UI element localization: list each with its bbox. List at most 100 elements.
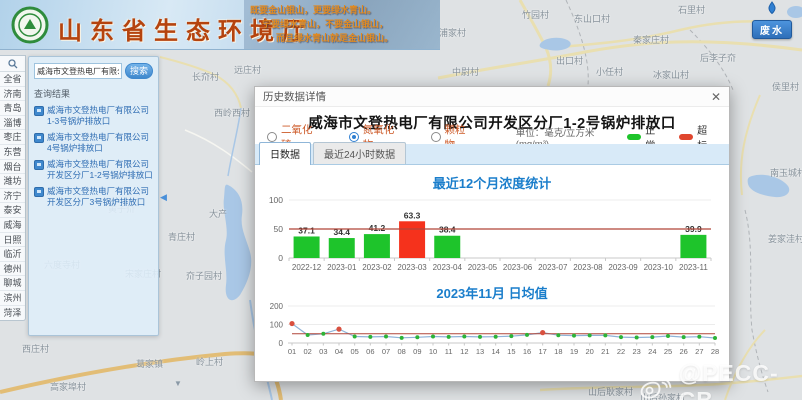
radio-circle-icon[interactable] — [267, 132, 277, 142]
city-item-聊城[interactable]: 聊城 — [0, 276, 25, 291]
legend-swatch-icon — [627, 134, 641, 140]
svg-text:18: 18 — [554, 347, 562, 356]
point-day-01[interactable] — [289, 321, 294, 326]
bar-2023-02[interactable] — [364, 234, 390, 258]
company-search-input[interactable] — [34, 63, 122, 79]
wastewater-badge[interactable]: 废水 — [752, 20, 792, 39]
daily-line-chart[interactable]: 0100200010203040506070809101112131415161… — [259, 300, 727, 364]
svg-text:12: 12 — [460, 347, 468, 356]
tab-最近24小时数据[interactable]: 最近24小时数据 — [313, 142, 406, 164]
svg-text:0: 0 — [278, 253, 283, 263]
radio-circle-icon[interactable] — [431, 132, 441, 142]
point-day-25[interactable] — [666, 334, 670, 338]
tab-日数据[interactable]: 日数据 — [259, 142, 311, 165]
slogan-line: 既要金山银山，更要绿水青山。 — [250, 3, 438, 17]
point-day-10[interactable] — [431, 335, 435, 339]
svg-text:01: 01 — [288, 347, 296, 356]
city-item-泰安[interactable]: 泰安 — [0, 203, 25, 218]
scroll-down-icon[interactable]: ▼ — [174, 379, 182, 388]
svg-text:2023-09: 2023-09 — [608, 263, 638, 272]
city-item-日照[interactable]: 日照 — [0, 233, 25, 248]
svg-text:200: 200 — [270, 302, 284, 311]
wastewater-map-marker[interactable]: 废水 — [752, 1, 792, 39]
bar-2023-11[interactable] — [680, 235, 706, 258]
city-item-济南[interactable]: 济南 — [0, 87, 25, 102]
bar-2022-12[interactable] — [294, 236, 320, 258]
svg-text:24: 24 — [648, 347, 656, 356]
svg-text:07: 07 — [382, 347, 390, 356]
svg-text:100: 100 — [269, 195, 283, 205]
app-window: 竹园村东山口村石里村上浦家村秦家庄村出口村中尉村小任村冰家山村后李子夼侯里村长夼… — [0, 0, 802, 400]
svg-text:2023-06: 2023-06 — [503, 263, 533, 272]
city-item-烟台[interactable]: 烟台 — [0, 160, 25, 175]
point-day-02[interactable] — [306, 333, 310, 337]
svg-text:2023-02: 2023-02 — [362, 263, 392, 272]
point-day-18[interactable] — [556, 333, 560, 337]
point-day-13[interactable] — [478, 335, 482, 339]
svg-text:05: 05 — [350, 347, 358, 356]
city-item-菏泽[interactable]: 菏泽 — [0, 306, 25, 321]
svg-text:15: 15 — [507, 347, 515, 356]
point-day-16[interactable] — [525, 333, 529, 337]
point-day-20[interactable] — [588, 333, 592, 337]
city-item-全省[interactable]: 全省 — [0, 72, 25, 87]
city-item-济宁[interactable]: 济宁 — [0, 189, 25, 204]
point-day-08[interactable] — [400, 336, 404, 340]
search-icon — [8, 59, 18, 69]
svg-text:38.4: 38.4 — [439, 225, 456, 235]
svg-text:25: 25 — [664, 347, 672, 356]
svg-text:2023-08: 2023-08 — [573, 263, 603, 272]
city-item-临沂[interactable]: 临沂 — [0, 247, 25, 262]
point-day-26[interactable] — [682, 335, 686, 339]
svg-text:09: 09 — [413, 347, 421, 356]
bar-2023-01[interactable] — [329, 238, 355, 258]
point-day-28[interactable] — [713, 336, 717, 340]
point-day-21[interactable] — [603, 333, 607, 337]
city-item-淄博[interactable]: 淄博 — [0, 116, 25, 131]
point-day-05[interactable] — [353, 335, 357, 339]
point-day-15[interactable] — [509, 334, 513, 338]
bar-2023-04[interactable] — [434, 236, 460, 258]
panel-collapse-icon[interactable]: ◀ — [160, 192, 167, 203]
monthly-bar-chart[interactable]: 0501002022-1237.12023-0134.42023-0241.22… — [259, 187, 727, 282]
point-day-27[interactable] — [697, 335, 701, 339]
point-day-11[interactable] — [447, 335, 451, 339]
point-day-23[interactable] — [635, 335, 639, 339]
search-result-item[interactable]: 威海市文登热电厂有限公司开发区分厂1-2号锅炉排放口 — [34, 159, 153, 181]
result-label: 威海市文登热电厂有限公司开发区分厂3号锅炉排放口 — [47, 186, 153, 208]
city-item-德州[interactable]: 德州 — [0, 262, 25, 277]
search-result-item[interactable]: 威海市文登热电厂有限公司1-3号锅炉排放口 — [34, 105, 153, 127]
city-item-潍坊[interactable]: 潍坊 — [0, 174, 25, 189]
city-item-威海[interactable]: 威海 — [0, 218, 25, 233]
point-day-06[interactable] — [368, 335, 372, 339]
search-result-item[interactable]: 威海市文登热电厂有限公司开发区分厂3号锅炉排放口 — [34, 186, 153, 208]
point-day-22[interactable] — [619, 335, 623, 339]
search-button[interactable]: 搜索 — [125, 63, 153, 79]
point-day-07[interactable] — [384, 335, 388, 339]
city-list: 全省济南青岛淄博枣庄东营烟台潍坊济宁泰安威海日照临沂德州聊城滨州菏泽 — [0, 72, 25, 320]
city-item-东营[interactable]: 东营 — [0, 145, 25, 160]
point-day-04[interactable] — [336, 327, 341, 332]
svg-text:13: 13 — [476, 347, 484, 356]
point-day-09[interactable] — [415, 335, 419, 339]
bar-2023-03[interactable] — [399, 221, 425, 258]
result-label: 威海市文登热电厂有限公司1-3号锅炉排放口 — [47, 105, 153, 127]
point-day-03[interactable] — [321, 332, 325, 336]
city-item-枣庄[interactable]: 枣庄 — [0, 130, 25, 145]
dialog-header: 历史数据详情 — [255, 87, 729, 107]
slogan-line: 宁要绿水青山，不要金山银山， — [262, 17, 438, 31]
city-item-滨州[interactable]: 滨州 — [0, 291, 25, 306]
point-day-19[interactable] — [572, 334, 576, 338]
svg-text:03: 03 — [319, 347, 327, 356]
svg-text:100: 100 — [270, 321, 284, 330]
search-result-item[interactable]: 威海市文登热电厂有限公司4号锅炉排放口 — [34, 132, 153, 154]
city-item-青岛[interactable]: 青岛 — [0, 101, 25, 116]
result-label: 威海市文登热电厂有限公司开发区分厂1-2号锅炉排放口 — [47, 159, 153, 181]
radio-circle-icon[interactable] — [349, 132, 359, 142]
city-search-tab[interactable] — [0, 56, 25, 72]
point-day-17[interactable] — [540, 330, 545, 335]
point-day-14[interactable] — [494, 335, 498, 339]
point-day-12[interactable] — [462, 335, 466, 339]
close-icon[interactable]: ✕ — [711, 90, 721, 104]
point-day-24[interactable] — [650, 335, 654, 339]
